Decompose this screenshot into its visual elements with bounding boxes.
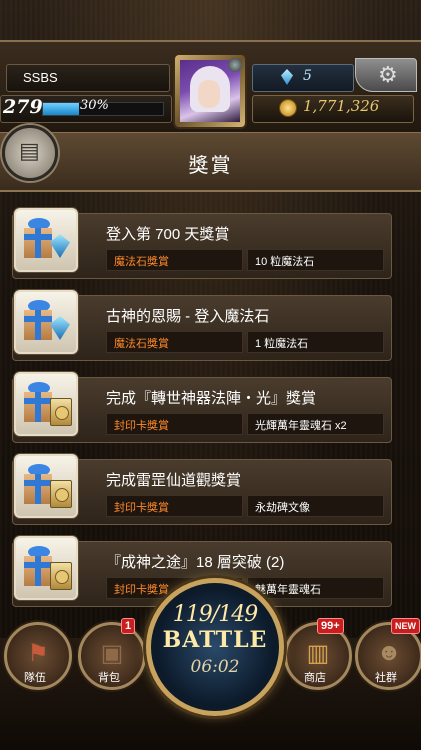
nav-social-label: 社群 [375, 672, 397, 684]
reward-type: 封印卡獎賞 [114, 584, 169, 596]
magic-stone-count: 5 [303, 68, 312, 84]
bag-icon: ▣ [100, 640, 124, 667]
treasure-chest-icon: ▥ [306, 640, 330, 667]
gift-with-seal-card-icon [14, 454, 78, 518]
xp-percent: 30% [80, 98, 109, 113]
reward-row[interactable]: 登入第 700 天獎賞 魔法石獎賞 10 粒魔法石 [12, 208, 392, 279]
xp-bar-fill [43, 103, 79, 115]
reward-type: 封印卡獎賞 [114, 502, 169, 514]
gift-with-seal-card-icon [14, 372, 78, 436]
coin-count: 1,771,326 [303, 97, 380, 115]
page-title: 獎賞 [188, 155, 233, 177]
stamina-counter: 119/149 [172, 602, 258, 627]
reward-title: 完成『轉世神器法陣‧光』獎賞 [106, 390, 317, 407]
reward-item-box: 永劫碑文像 [247, 495, 384, 517]
reward-item: 永劫碑文像 [255, 502, 310, 514]
player-level: 279 [3, 96, 43, 118]
reward-row[interactable]: 完成『轉世神器法陣‧光』獎賞 封印卡獎賞 光輝萬年靈魂石 x2 [12, 372, 392, 443]
social-badge: NEW [391, 618, 420, 634]
reward-type-box: 魔法石獎賞 [106, 249, 243, 271]
reward-item: 1 粒魔法石 [255, 338, 309, 350]
coin-icon [279, 99, 297, 117]
people-icon: ☻ [376, 639, 402, 666]
stamina-timer: 06:02 [190, 657, 240, 677]
bag-badge: 1 [121, 618, 136, 634]
nav-team-label: 隊伍 [24, 672, 46, 684]
reward-row[interactable]: 完成雷罡仙道觀獎賞 封印卡獎賞 永劫碑文像 [12, 454, 392, 525]
reward-row[interactable]: 古神的恩賜 - 登入魔法石 魔法石獎賞 1 粒魔法石 [12, 290, 392, 361]
reward-item-box: 光輝萬年靈魂石 x2 [247, 413, 384, 435]
reward-title: 『成神之途』18 層突破 (2) [106, 554, 285, 571]
back-button[interactable]: ▤ [2, 125, 58, 181]
reward-title: 完成雷罡仙道觀獎賞 [106, 472, 242, 489]
reward-item-box: 1 粒魔法石 [247, 331, 384, 353]
reward-item: 魅萬年靈魂石 [255, 584, 321, 596]
reward-item-box: 10 粒魔法石 [247, 249, 384, 271]
reward-item-box: 魅萬年靈魂石 [247, 577, 384, 599]
reward-type: 魔法石獎賞 [114, 256, 169, 268]
reward-title: 古神的恩賜 - 登入魔法石 [106, 308, 270, 325]
avatar-face [198, 80, 220, 108]
reward-title: 登入第 700 天獎賞 [106, 226, 230, 243]
reward-item: 10 粒魔法石 [255, 256, 315, 268]
reward-type-box: 魔法石獎賞 [106, 331, 243, 353]
player-name: SSBS [23, 70, 58, 85]
avatar-gem-icon [228, 58, 242, 72]
nav-shop-label: 商店 [304, 672, 326, 684]
settings-button[interactable]: ⚙ [355, 58, 417, 92]
reward-item: 光輝萬年靈魂石 x2 [255, 420, 347, 432]
battle-label: BATTLE [162, 627, 268, 653]
gift-with-magic-stone-icon [14, 208, 78, 272]
gift-with-magic-stone-icon [14, 290, 78, 354]
reward-type-box: 封印卡獎賞 [106, 413, 243, 435]
shop-badge: 99+ [317, 618, 344, 634]
gear-icon: ⚙ [378, 62, 398, 87]
player-name-plate: SSBS [6, 64, 170, 92]
reward-type: 魔法石獎賞 [114, 338, 169, 350]
nav-bag-label: 背包 [98, 672, 120, 684]
reward-type: 封印卡獎賞 [114, 420, 169, 432]
flag-icon: ⚑ [27, 640, 49, 667]
gift-with-seal-card-icon [14, 536, 78, 600]
book-icon: ▤ [19, 138, 40, 163]
reward-type-box: 封印卡獎賞 [106, 495, 243, 517]
